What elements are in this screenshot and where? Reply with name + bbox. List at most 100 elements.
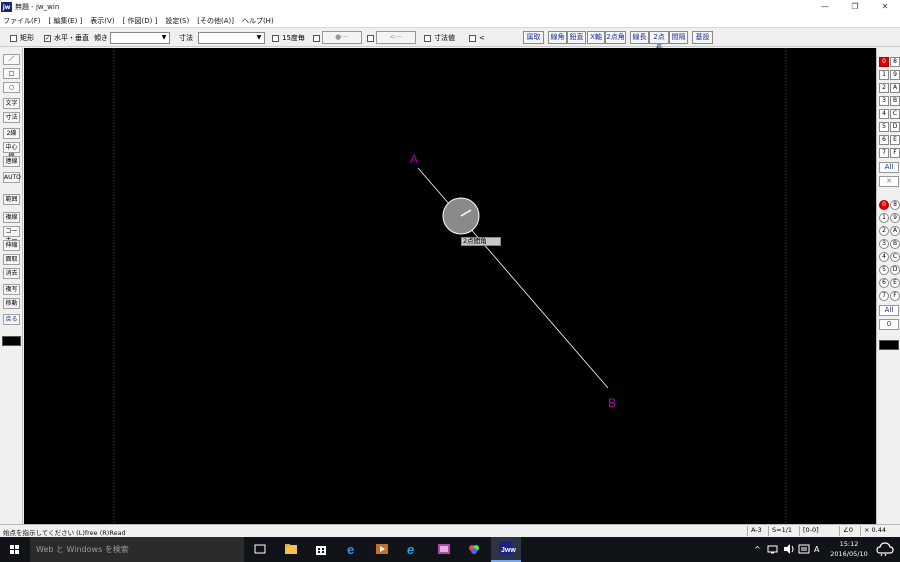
menu-settings[interactable]: 設定(S) — [165, 16, 189, 26]
dim-combo[interactable]: ▼ — [198, 32, 265, 44]
layer-group-close-icon[interactable]: ✕ — [879, 176, 899, 187]
file-explorer-icon[interactable] — [284, 542, 298, 556]
rect-option[interactable]: 矩形 — [10, 32, 34, 44]
dimvalue-checkbox[interactable] — [424, 34, 431, 42]
ime-indicator[interactable]: A — [814, 537, 819, 562]
tool-range[interactable]: 範囲 — [3, 194, 20, 205]
tool-undo[interactable]: 戻る — [3, 314, 20, 325]
layer-group-4[interactable]: 4 — [879, 109, 889, 119]
deg15-option[interactable]: 15度毎 — [272, 32, 305, 44]
tool-move[interactable]: 移動 — [3, 298, 20, 309]
two-point-angle-button[interactable]: 2点角 — [605, 31, 626, 44]
two-point-length-button[interactable]: 2点長 — [649, 31, 669, 52]
layer-4[interactable]: 4 — [879, 252, 889, 262]
drawing-canvas[interactable]: A B 2点間角 — [24, 48, 876, 524]
task-view-icon[interactable] — [253, 542, 267, 556]
tool-copy[interactable]: 複写 — [3, 284, 20, 295]
tool-circle[interactable]: ○ — [3, 82, 20, 93]
layer-group-b[interactable]: B — [890, 96, 900, 106]
layer-all-button[interactable]: All — [879, 305, 899, 316]
layer-9[interactable]: 9 — [890, 213, 900, 223]
layer-a[interactable]: A — [890, 226, 900, 236]
menu-draw[interactable]: [ 作図(D) ] — [123, 16, 158, 26]
store-icon[interactable] — [314, 542, 328, 556]
layer-8[interactable]: 8 — [890, 200, 900, 210]
layer-group-3[interactable]: 3 — [879, 96, 889, 106]
tool-rectangle[interactable]: □ — [3, 68, 20, 79]
layer-zero-button[interactable]: 0 — [879, 319, 899, 330]
volume-icon[interactable] — [782, 542, 796, 556]
layer-3[interactable]: 3 — [879, 239, 889, 249]
layer-0[interactable]: 0 — [879, 200, 889, 210]
layer-group-5[interactable]: 5 — [879, 122, 889, 132]
layer-group-0[interactable]: 0 — [879, 57, 889, 67]
layer-6[interactable]: 6 — [879, 278, 889, 288]
layer-f[interactable]: F — [890, 291, 900, 301]
layer-group-7[interactable]: 7 — [879, 148, 889, 158]
menu-edit[interactable]: [ 編集(E) ] — [49, 16, 83, 26]
base-setting-button[interactable]: 基設 — [692, 31, 713, 44]
hv-checkbox[interactable]: ✓ — [44, 34, 51, 42]
vertical-button[interactable]: 鉛直 — [567, 31, 586, 44]
layer-c[interactable]: C — [890, 252, 900, 262]
layer-d[interactable]: D — [890, 265, 900, 275]
layer-2[interactable]: 2 — [879, 226, 889, 236]
dash1-checkbox[interactable] — [313, 35, 320, 42]
dash-button-1[interactable]: ●--- — [322, 31, 362, 44]
layer-e[interactable]: E — [890, 278, 900, 288]
network-icon[interactable] — [766, 542, 780, 556]
line-length-button[interactable]: 線長 — [630, 31, 649, 44]
tool-chamfer[interactable]: 面取 — [3, 254, 20, 265]
jw-win-taskbar-button[interactable]: Jww — [491, 537, 521, 562]
layer-5[interactable]: 5 — [879, 265, 889, 275]
status-paper-size[interactable]: A-3 — [747, 526, 762, 536]
layer-group-f[interactable]: F — [890, 148, 900, 158]
layer-b[interactable]: B — [890, 239, 900, 249]
layer-group-9[interactable]: 9 — [890, 70, 900, 80]
layer-group-d[interactable]: D — [890, 122, 900, 132]
chevron-down-icon[interactable]: ▼ — [159, 33, 169, 43]
show-hidden-icons-icon[interactable]: ^ — [754, 537, 761, 562]
attr-get-button[interactable]: 属取 — [523, 31, 544, 44]
weather-cloud-icon[interactable] — [876, 541, 894, 557]
lt-checkbox[interactable] — [469, 34, 476, 42]
taskbar-search-box[interactable]: Web と Windows を検索 — [30, 537, 244, 562]
drawn-line[interactable] — [417, 167, 609, 389]
status-scale[interactable]: S=1/1 — [768, 526, 792, 536]
status-zoom[interactable]: × 0.44 — [860, 526, 886, 536]
chevron-down-icon[interactable]: ▼ — [254, 33, 264, 43]
layer-1[interactable]: 1 — [879, 213, 889, 223]
tool-auto[interactable]: AUTO — [3, 172, 21, 183]
action-center-icon[interactable] — [797, 542, 811, 556]
tool-text[interactable]: 文字 — [3, 98, 20, 109]
status-angle[interactable]: ∠0 — [839, 526, 853, 536]
menu-other[interactable]: [その他(A)] — [197, 16, 234, 26]
layer-group-1[interactable]: 1 — [879, 70, 889, 80]
tool-center-line[interactable]: 中心線 — [3, 142, 20, 160]
taskbar-clock[interactable]: 15:12 2016/05/10 — [829, 539, 869, 559]
tool-stretch[interactable]: 伸縮 — [3, 240, 20, 251]
rect-checkbox[interactable] — [10, 34, 17, 42]
layer-group-c[interactable]: C — [890, 109, 900, 119]
layer-group-2[interactable]: 2 — [879, 83, 889, 93]
dash-button-2[interactable]: <--- — [376, 31, 416, 44]
status-layer[interactable]: [0-0] — [799, 526, 819, 536]
dimvalue-option[interactable]: 寸法値 — [424, 32, 455, 44]
layer-group-a[interactable]: A — [890, 83, 900, 93]
media-player-icon[interactable] — [375, 542, 389, 556]
line-style-indicator[interactable] — [2, 336, 21, 346]
line-style-indicator-right[interactable] — [879, 340, 899, 350]
image-app-icon[interactable] — [437, 542, 451, 556]
tool-dimension[interactable]: 寸法 — [3, 112, 20, 123]
x-axis-button[interactable]: X軸 — [587, 31, 605, 44]
start-button[interactable] — [0, 537, 30, 562]
layer-group-e[interactable]: E — [890, 135, 900, 145]
menu-help[interactable]: ヘルプ(H) — [242, 16, 274, 26]
layer-7[interactable]: 7 — [879, 291, 889, 301]
ratio-combo[interactable]: ▼ — [110, 32, 170, 44]
layer-group-all-button[interactable]: All — [879, 162, 899, 173]
edge-browser-icon[interactable]: e — [345, 542, 359, 556]
deg15-checkbox[interactable] — [272, 34, 279, 42]
hv-option[interactable]: ✓ 水平・垂直 — [44, 32, 89, 44]
interval-button[interactable]: 間隔 — [669, 31, 688, 44]
